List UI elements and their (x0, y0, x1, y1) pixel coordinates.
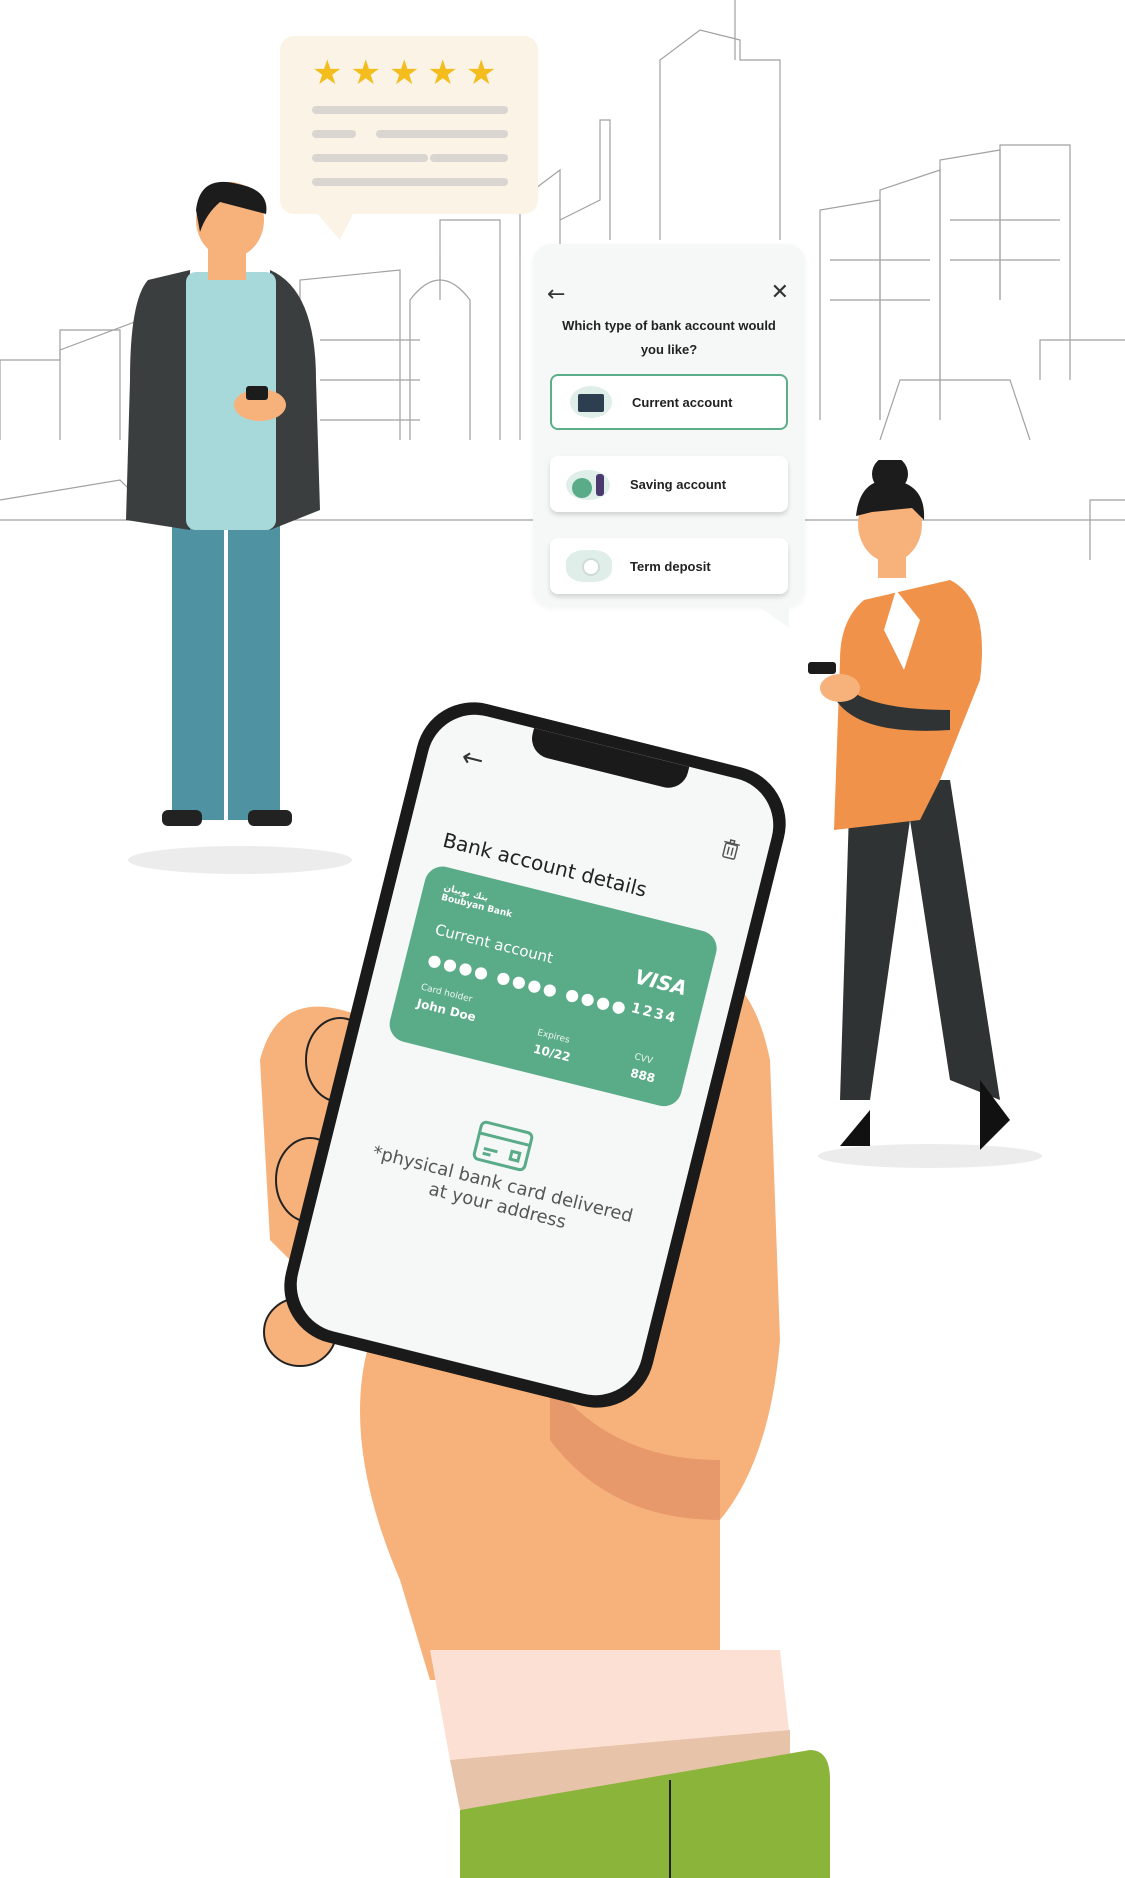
close-icon[interactable]: ✕ (771, 280, 789, 305)
star-icon: ★ (312, 53, 343, 93)
illustration-canvas: ★ ★ ★ ★ ★ ← ✕ Which type of bank account… (0, 0, 1125, 1878)
review-text-placeholder (312, 178, 508, 186)
back-arrow-icon[interactable]: ← (547, 282, 565, 307)
review-text-placeholder (312, 154, 428, 162)
option-label: Current account (632, 394, 733, 410)
option-term-deposit[interactable]: Term deposit (550, 538, 788, 594)
back-arrow-icon[interactable]: ← (458, 742, 486, 776)
credit-card-icon (472, 1120, 534, 1172)
review-text-placeholder (430, 154, 508, 162)
star-icon: ★ (465, 53, 497, 93)
man-with-phone-illustration (126, 181, 352, 874)
review-text-placeholder (312, 106, 508, 114)
bank-logo: بنك بوبيان Boubyan Bank (440, 883, 515, 920)
saving-account-illustration (562, 464, 616, 504)
current-account-illustration (564, 382, 618, 422)
star-icon: ★ (388, 53, 420, 93)
rating-stars: ★ ★ ★ ★ ★ (312, 54, 496, 92)
option-saving-account[interactable]: Saving account (550, 456, 788, 512)
bank-card[interactable]: بنك بوبيان Boubyan Bank Current account … (385, 862, 721, 1110)
star-icon: ★ (427, 53, 458, 93)
star-icon: ★ (350, 53, 381, 93)
account-type-dialog: ← ✕ Which type of bank account would you… (533, 244, 805, 628)
bubble-tail (755, 604, 789, 628)
phone-notch (527, 728, 690, 792)
dialog-question: Which type of bank account would you lik… (562, 318, 776, 357)
option-label: Saving account (630, 476, 727, 492)
review-bubble: ★ ★ ★ ★ ★ (280, 36, 538, 240)
option-label: Term deposit (630, 558, 711, 574)
card-cvv-label: CVV (633, 1052, 654, 1067)
review-text-placeholder (312, 130, 356, 138)
trash-icon[interactable] (719, 837, 741, 861)
review-text-placeholder (376, 130, 508, 138)
card-last4: 1234 (629, 1000, 679, 1028)
option-current-account[interactable]: Current account (550, 374, 788, 430)
card-cvv: 888 (628, 1065, 657, 1086)
term-deposit-illustration (562, 546, 616, 586)
bubble-tail (316, 212, 354, 240)
card-brand: VISA (632, 964, 690, 1001)
